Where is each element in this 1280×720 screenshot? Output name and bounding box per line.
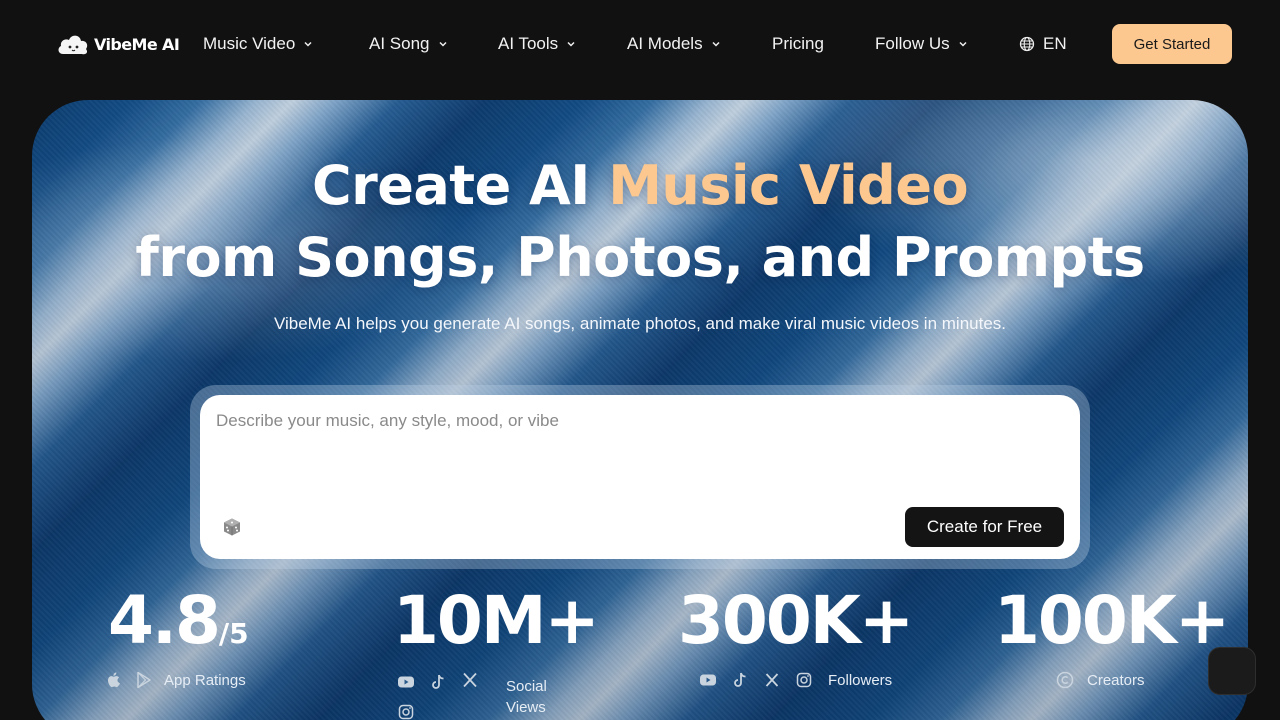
chevron-down-icon — [712, 41, 720, 47]
stat-followers-label: Followers — [828, 671, 893, 689]
stat-creators-label: Creators — [1087, 671, 1145, 689]
chevron-down-icon — [304, 41, 312, 47]
globe-icon — [1019, 36, 1035, 52]
youtube-icon[interactable] — [698, 670, 718, 690]
hero-title-accent: Music Video — [608, 154, 969, 217]
chevron-down-icon — [438, 41, 447, 47]
top-navigation: VibeMe AI Music Video AI Song AI Tools A… — [0, 0, 1280, 88]
apple-icon[interactable] — [104, 670, 124, 690]
prompt-box-frame: Create for Free — [190, 385, 1090, 569]
tiktok-icon[interactable] — [730, 670, 750, 690]
hero-section: Create AI Music Video from Songs, Photos… — [32, 100, 1248, 720]
cloud-mascot-icon — [58, 35, 88, 55]
nav-ai-models-label: AI Models — [627, 34, 703, 53]
stat-app-rating-number: 4.8 — [108, 582, 221, 659]
hero-subtitle: VibeMe AI helps you generate AI songs, a… — [273, 314, 1007, 333]
hero-title-line2: from Songs, Photos, and Prompts — [135, 226, 1145, 289]
stat-social-views-label: Social Views — [506, 676, 547, 718]
brand-logo[interactable]: VibeMe AI — [56, 28, 180, 60]
tiktok-icon[interactable] — [428, 672, 448, 692]
instagram-icon[interactable] — [794, 670, 814, 690]
nav-music-video[interactable]: Music Video — [203, 32, 313, 56]
create-for-free-button[interactable]: Create for Free — [905, 507, 1064, 547]
stat-app-rating-row: App Ratings — [104, 670, 246, 690]
stat-app-rating-label: App Ratings — [164, 671, 246, 689]
chevron-down-icon — [567, 41, 575, 47]
google-play-icon[interactable] — [134, 670, 154, 690]
language-label: EN — [1043, 34, 1067, 53]
stat-app-rating-value: 4.8/5 — [108, 588, 249, 654]
stat-social-views-label-line1: Social — [506, 678, 547, 695]
random-dice-icon[interactable] — [222, 517, 242, 537]
nav-ai-tools-label: AI Tools — [498, 34, 559, 53]
nav-ai-song-label: AI Song — [369, 34, 430, 53]
youtube-icon[interactable] — [396, 672, 416, 692]
hero-title-white: Create AI — [311, 154, 609, 217]
x-icon[interactable] — [762, 670, 782, 690]
prompt-box: Create for Free — [200, 395, 1080, 559]
stat-social-views-value: 10M+ — [393, 582, 600, 659]
nav-follow-us-label: Follow Us — [875, 34, 950, 53]
brand-name: VibeMe AI — [94, 34, 180, 54]
stat-followers-row: Followers — [698, 670, 892, 690]
stat-social-views-label-line2: Views — [506, 699, 546, 716]
hero-title-line1: Create AI Music Video — [32, 154, 1248, 217]
nav-music-video-label: Music Video — [203, 34, 296, 53]
instagram-icon[interactable] — [396, 702, 416, 720]
chevron-down-icon — [959, 41, 967, 47]
stat-app-rating-suffix: /5 — [218, 617, 249, 650]
chat-widget-button[interactable] — [1208, 647, 1256, 695]
nav-ai-song[interactable]: AI Song — [369, 32, 448, 56]
nav-pricing-label: Pricing — [772, 34, 824, 53]
prompt-input[interactable] — [216, 411, 1064, 491]
stat-social-views-icons — [396, 670, 486, 720]
get-started-button[interactable]: Get Started — [1112, 24, 1232, 64]
stat-creators-value: 100K+ — [994, 582, 1230, 659]
language-switcher[interactable]: EN — [1019, 32, 1067, 56]
nav-ai-models[interactable]: AI Models — [627, 32, 721, 56]
stat-creators-row: Creators — [1055, 670, 1145, 690]
nav-ai-tools[interactable]: AI Tools — [498, 32, 576, 56]
nav-pricing[interactable]: Pricing — [772, 32, 824, 56]
nav-follow-us[interactable]: Follow Us — [875, 32, 968, 56]
copyright-icon — [1056, 671, 1074, 689]
stat-followers-value: 300K+ — [678, 582, 914, 659]
x-icon[interactable] — [460, 670, 480, 690]
